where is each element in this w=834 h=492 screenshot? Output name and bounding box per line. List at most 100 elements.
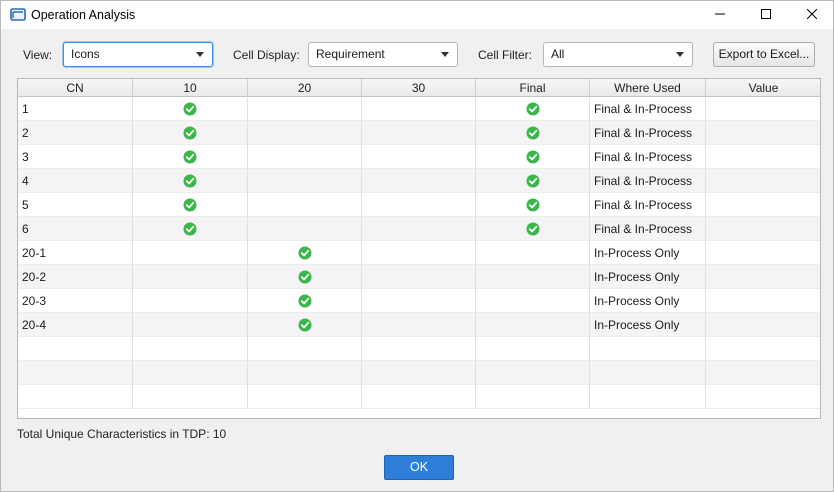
table-row[interactable]: 20-4 In-Process Only xyxy=(18,313,820,337)
cell-final[interactable] xyxy=(476,289,590,313)
column-header-20[interactable]: 20 xyxy=(248,79,362,97)
cell-display-select[interactable]: Requirement xyxy=(308,42,458,67)
table-row[interactable]: 2 Final & In-Process xyxy=(18,121,820,145)
column-header-30[interactable]: 30 xyxy=(362,79,476,97)
cell-final[interactable] xyxy=(476,337,590,361)
cell-10[interactable] xyxy=(133,217,248,241)
cell-value[interactable] xyxy=(706,361,820,385)
cell-where-used[interactable]: In-Process Only xyxy=(590,265,706,289)
cell-cn[interactable] xyxy=(18,337,133,361)
cell-20[interactable] xyxy=(248,169,362,193)
table-row[interactable]: 20-1 In-Process Only xyxy=(18,241,820,265)
cell-value[interactable] xyxy=(706,169,820,193)
table-row-empty[interactable] xyxy=(18,385,820,409)
cell-value[interactable] xyxy=(706,337,820,361)
cell-value[interactable] xyxy=(706,145,820,169)
column-header-where-used[interactable]: Where Used xyxy=(590,79,706,97)
ok-button[interactable]: OK xyxy=(384,455,454,480)
cell-30[interactable] xyxy=(362,265,476,289)
cell-20[interactable] xyxy=(248,217,362,241)
table-row[interactable]: 5 Final & In-Process xyxy=(18,193,820,217)
table-row[interactable]: 20-3 In-Process Only xyxy=(18,289,820,313)
cell-final[interactable] xyxy=(476,193,590,217)
cell-10[interactable] xyxy=(133,313,248,337)
cell-20[interactable] xyxy=(248,193,362,217)
cell-value[interactable] xyxy=(706,217,820,241)
maximize-button[interactable] xyxy=(743,1,789,29)
column-header-10[interactable]: 10 xyxy=(133,79,248,97)
cell-final[interactable] xyxy=(476,169,590,193)
cell-where-used[interactable]: Final & In-Process xyxy=(590,97,706,121)
cell-final[interactable] xyxy=(476,313,590,337)
cell-10[interactable] xyxy=(133,361,248,385)
cell-10[interactable] xyxy=(133,169,248,193)
cell-cn[interactable]: 3 xyxy=(18,145,133,169)
cell-30[interactable] xyxy=(362,97,476,121)
cell-30[interactable] xyxy=(362,313,476,337)
cell-cn[interactable]: 6 xyxy=(18,217,133,241)
cell-10[interactable] xyxy=(133,121,248,145)
cell-final[interactable] xyxy=(476,241,590,265)
close-button[interactable] xyxy=(789,1,834,29)
cell-20[interactable] xyxy=(248,337,362,361)
cell-20[interactable] xyxy=(248,265,362,289)
title-bar[interactable]: Operation Analysis xyxy=(1,1,833,29)
cell-value[interactable] xyxy=(706,97,820,121)
table-row[interactable]: 20-2 In-Process Only xyxy=(18,265,820,289)
cell-30[interactable] xyxy=(362,169,476,193)
cell-20[interactable] xyxy=(248,361,362,385)
cell-20[interactable] xyxy=(248,313,362,337)
cell-cn[interactable]: 1 xyxy=(18,97,133,121)
table-row-empty[interactable] xyxy=(18,337,820,361)
cell-20[interactable] xyxy=(248,385,362,409)
cell-final[interactable] xyxy=(476,385,590,409)
cell-30[interactable] xyxy=(362,337,476,361)
cell-value[interactable] xyxy=(706,385,820,409)
cell-value[interactable] xyxy=(706,289,820,313)
cell-cn[interactable]: 5 xyxy=(18,193,133,217)
cell-10[interactable] xyxy=(133,241,248,265)
cell-20[interactable] xyxy=(248,289,362,313)
table-row-empty[interactable] xyxy=(18,361,820,385)
cell-30[interactable] xyxy=(362,241,476,265)
table-row[interactable]: 1 Final & In-Process xyxy=(18,97,820,121)
view-select[interactable]: Icons xyxy=(63,42,213,67)
cell-where-used[interactable]: Final & In-Process xyxy=(590,145,706,169)
cell-filter-select[interactable]: All xyxy=(543,42,693,67)
cell-30[interactable] xyxy=(362,361,476,385)
cell-cn[interactable]: 20-2 xyxy=(18,265,133,289)
column-header-value[interactable]: Value xyxy=(706,79,820,97)
cell-10[interactable] xyxy=(133,337,248,361)
minimize-button[interactable] xyxy=(697,1,743,29)
table-row[interactable]: 6 Final & In-Process xyxy=(18,217,820,241)
cell-cn[interactable]: 4 xyxy=(18,169,133,193)
cell-cn[interactable] xyxy=(18,361,133,385)
cell-cn[interactable]: 20-3 xyxy=(18,289,133,313)
cell-30[interactable] xyxy=(362,289,476,313)
cell-where-used[interactable]: Final & In-Process xyxy=(590,217,706,241)
cell-cn[interactable]: 2 xyxy=(18,121,133,145)
cell-value[interactable] xyxy=(706,265,820,289)
cell-30[interactable] xyxy=(362,217,476,241)
cell-value[interactable] xyxy=(706,241,820,265)
cell-30[interactable] xyxy=(362,193,476,217)
cell-cn[interactable]: 20-1 xyxy=(18,241,133,265)
cell-cn[interactable]: 20-4 xyxy=(18,313,133,337)
cell-10[interactable] xyxy=(133,97,248,121)
cell-where-used[interactable]: Final & In-Process xyxy=(590,121,706,145)
cell-final[interactable] xyxy=(476,145,590,169)
cell-where-used[interactable]: In-Process Only xyxy=(590,241,706,265)
cell-20[interactable] xyxy=(248,97,362,121)
cell-where-used[interactable]: Final & In-Process xyxy=(590,193,706,217)
cell-10[interactable] xyxy=(133,265,248,289)
cell-where-used[interactable]: In-Process Only xyxy=(590,313,706,337)
cell-final[interactable] xyxy=(476,265,590,289)
cell-value[interactable] xyxy=(706,121,820,145)
cell-cn[interactable] xyxy=(18,385,133,409)
cell-final[interactable] xyxy=(476,361,590,385)
cell-final[interactable] xyxy=(476,217,590,241)
cell-20[interactable] xyxy=(248,121,362,145)
cell-30[interactable] xyxy=(362,121,476,145)
cell-final[interactable] xyxy=(476,121,590,145)
cell-where-used[interactable] xyxy=(590,337,706,361)
